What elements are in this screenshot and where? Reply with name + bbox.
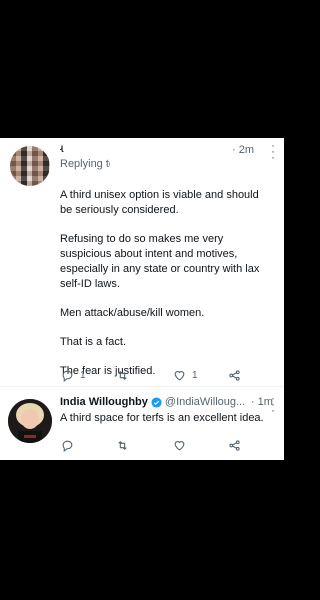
avatar-photo	[8, 399, 52, 443]
share-button[interactable]	[228, 437, 241, 453]
tweet-1-author-name[interactable]: ʵ	[60, 142, 63, 156]
reply-button[interactable]: 1	[61, 367, 86, 383]
tweet-1-paragraph: The fear is justified.	[60, 365, 156, 377]
like-icon	[174, 370, 185, 380]
tweet-1-paragraph: A third unisex option is viable and shou…	[60, 189, 259, 216]
share-button[interactable]	[228, 367, 241, 383]
replying-to-label: Replying to	[60, 158, 110, 170]
retweet-icon	[118, 370, 127, 380]
tweet-1-paragraph: Refusing to do so makes me very suspicio…	[60, 233, 260, 290]
like-icon	[174, 440, 185, 450]
retweet-button[interactable]	[116, 367, 129, 383]
reply-icon	[62, 370, 73, 382]
retweet-icon	[118, 440, 127, 450]
tweet-1-paragraph: That is a fact.	[60, 336, 127, 348]
like-button[interactable]	[173, 437, 186, 453]
avatar[interactable]	[8, 399, 52, 443]
more-icon[interactable]: · · ·	[270, 392, 276, 416]
like-button[interactable]: 1	[173, 367, 198, 383]
more-icon[interactable]: · · ·	[270, 139, 276, 163]
tweet-thread-card: ʵ · 2m · · · Replying to A third unisex op…	[0, 138, 284, 460]
tweet-1[interactable]: ʵ · 2m · · · Replying to A third unisex op…	[0, 138, 284, 386]
tweet-1-text: A third unisex option is viable and shou…	[60, 188, 274, 393]
share-icon	[229, 369, 240, 381]
tweet-2-handle[interactable]: @IndiaWilloug...	[165, 396, 248, 408]
tweet-2-header: India Willoughby @IndiaWilloug... · 1m	[60, 396, 273, 408]
share-icon	[229, 439, 240, 451]
tweet-1-paragraph: Men attack/abuse/kill women.	[60, 307, 205, 319]
retweet-button[interactable]	[116, 437, 129, 453]
reply-icon	[62, 440, 73, 452]
verified-badge-icon	[151, 396, 162, 408]
tweet-2-author-name[interactable]: India Willoughby	[60, 396, 148, 408]
tweet-2-text: A third space for terfs is an excellent …	[60, 412, 264, 424]
like-count: 1	[192, 369, 198, 381]
reply-button[interactable]	[61, 437, 74, 453]
tweet-1-timestamp[interactable]: · 2m	[232, 144, 254, 156]
reply-count: 1	[80, 369, 86, 381]
avatar-blurred[interactable]	[10, 146, 50, 186]
tweet-2[interactable]: India Willoughby @IndiaWilloug... · 1m ·…	[0, 387, 284, 460]
